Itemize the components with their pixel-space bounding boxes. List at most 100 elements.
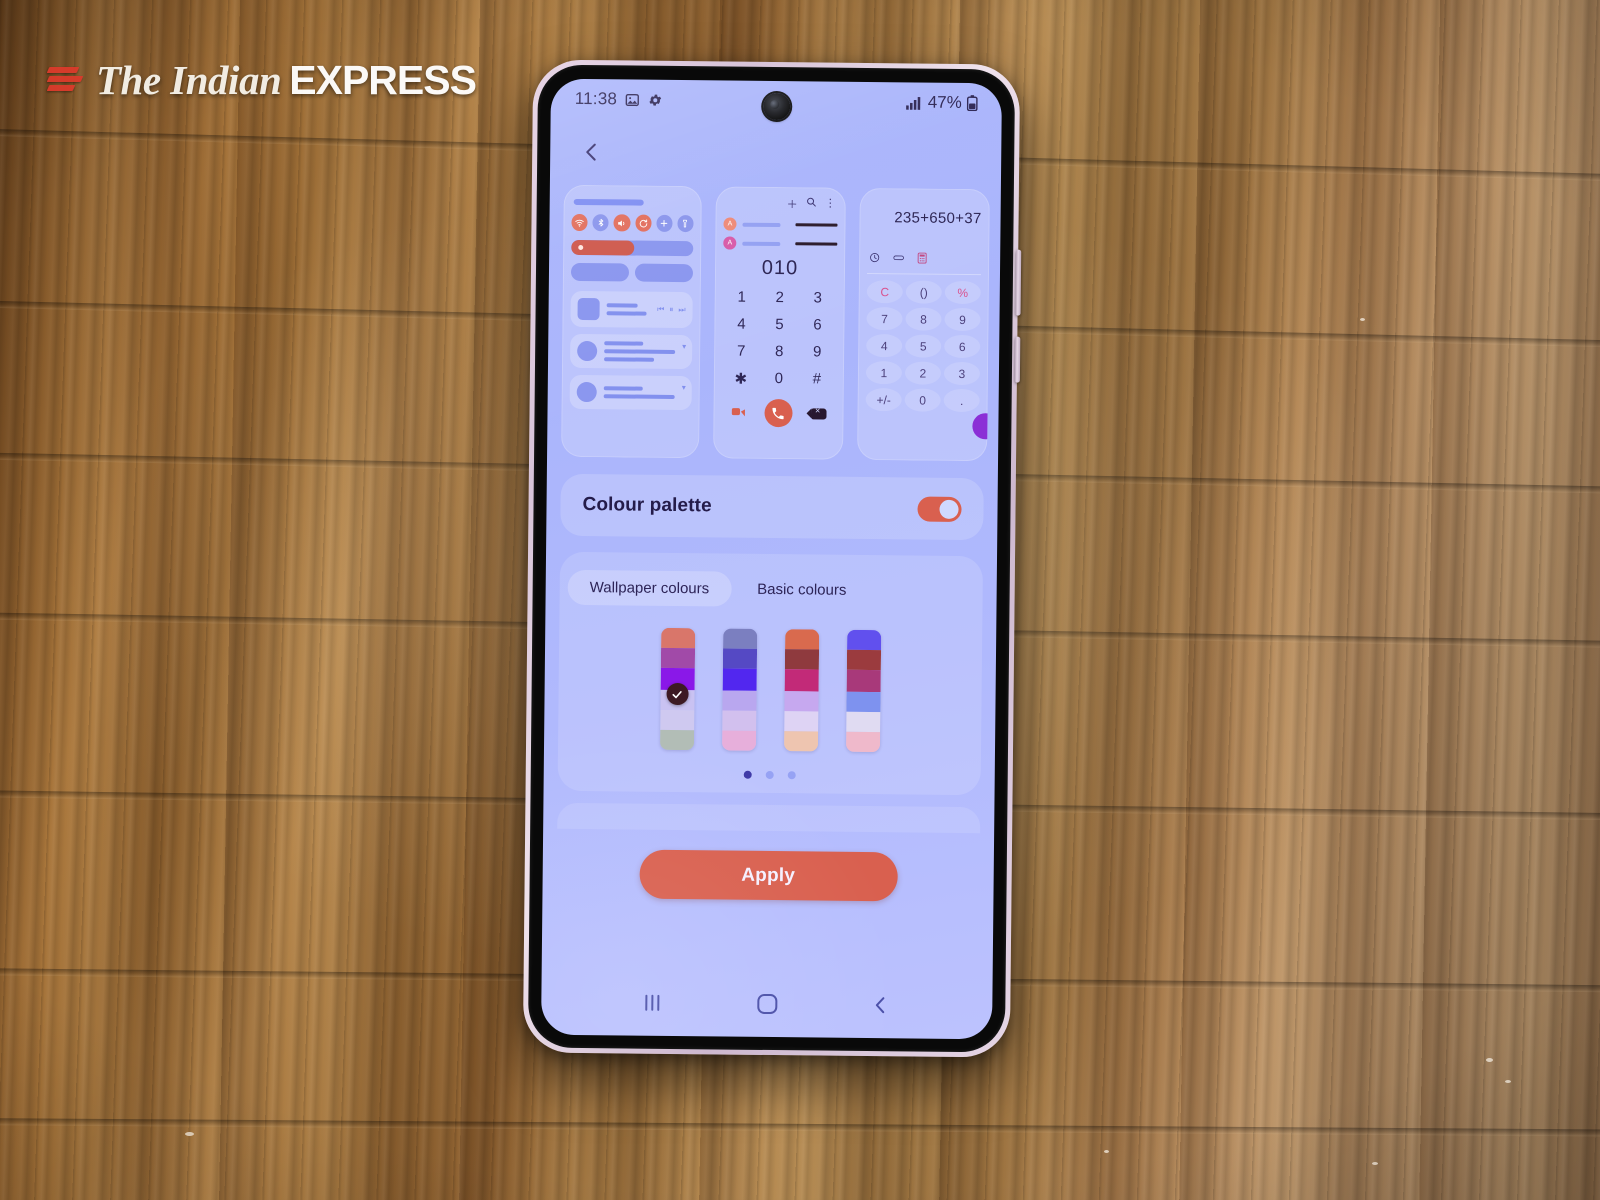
calc-key[interactable]: 9 xyxy=(944,307,981,332)
equals-button[interactable] xyxy=(972,413,990,440)
battery-icon xyxy=(966,95,978,112)
home-icon[interactable] xyxy=(755,991,781,1017)
dialpad-key[interactable]: 4 xyxy=(722,315,760,333)
chevron-left-icon[interactable] xyxy=(574,135,608,169)
battery-percentage: 47% xyxy=(927,92,962,112)
media-player-card[interactable]: ⏮ ⏸ ⏭ xyxy=(570,290,693,329)
avatar: A xyxy=(723,217,737,231)
colour-swatch-list xyxy=(558,627,982,753)
dialer-preview[interactable]: ＋ ⋮ A A 010 1 2 3 4 5 6 7 8 9 ✱ 0 # × xyxy=(713,186,846,460)
calc-key[interactable]: 1 xyxy=(865,360,903,385)
page-indicator-dots xyxy=(558,769,981,781)
palette-tabs: Wallpaper colours Basic colours xyxy=(560,569,983,609)
contact-row-2[interactable]: A xyxy=(723,236,838,250)
quick-pill-left[interactable] xyxy=(570,262,630,282)
calculator-keypad[interactable]: C () % 7 8 9 4 5 6 1 2 3 +/- 0 . xyxy=(865,279,981,413)
page-dot[interactable] xyxy=(765,770,774,780)
recents-icon[interactable] xyxy=(641,992,667,1014)
dialpad[interactable]: 1 2 3 4 5 6 7 8 9 ✱ 0 # xyxy=(722,288,837,388)
calc-key[interactable]: 2 xyxy=(904,361,942,385)
quick-pill-right[interactable] xyxy=(634,263,694,283)
gear-icon xyxy=(648,92,663,107)
dialpad-key[interactable]: 9 xyxy=(798,343,836,360)
more-vertical-icon[interactable]: ⋮ xyxy=(825,197,836,213)
indian-express-logo-icon xyxy=(44,59,86,101)
quick-toggle-row xyxy=(571,213,694,233)
search-icon[interactable] xyxy=(806,196,817,212)
call-button[interactable] xyxy=(763,398,793,428)
dialpad-key[interactable]: 3 xyxy=(799,289,837,306)
calc-key[interactable]: 4 xyxy=(866,333,903,358)
bluetooth-icon xyxy=(592,214,609,232)
calc-key[interactable]: () xyxy=(905,280,942,304)
debris-fleck xyxy=(1486,1058,1493,1062)
dialpad-key[interactable]: # xyxy=(798,370,836,388)
notification-card-2[interactable]: ▾ xyxy=(569,374,692,411)
calc-key[interactable]: +/- xyxy=(865,387,902,412)
calc-key[interactable]: C xyxy=(866,279,903,304)
next-section-card xyxy=(557,802,981,834)
history-icon[interactable] xyxy=(869,252,880,266)
contact-detail-bar xyxy=(795,242,838,246)
notification-card-1[interactable]: ▾ xyxy=(569,333,693,370)
navigation-bar xyxy=(541,979,992,1030)
calc-key[interactable]: % xyxy=(944,280,981,305)
divider xyxy=(866,272,981,276)
plus-icon xyxy=(656,214,673,232)
power-button[interactable] xyxy=(1014,336,1021,383)
dialpad-key[interactable]: 2 xyxy=(761,289,799,306)
status-time: 11:38 xyxy=(574,88,618,109)
calc-key[interactable]: 0 xyxy=(904,388,941,412)
dialpad-key[interactable]: ✱ xyxy=(722,369,760,388)
quick-action-pills xyxy=(570,262,694,283)
dialpad-key[interactable]: 0 xyxy=(760,370,798,388)
calc-key[interactable]: 6 xyxy=(944,334,981,359)
apply-button[interactable]: Apply xyxy=(638,849,898,902)
app-icon xyxy=(576,381,597,403)
page-dot[interactable] xyxy=(787,771,796,780)
tab-basic-colours[interactable]: Basic colours xyxy=(735,572,869,608)
debris-fleck xyxy=(185,1132,194,1136)
dialpad-key[interactable]: 6 xyxy=(798,316,836,333)
quick-panel-preview[interactable]: ⏮ ⏸ ⏭ ▾ ▾ xyxy=(561,184,702,459)
chevron-down-icon[interactable]: ▾ xyxy=(682,342,686,351)
dialpad-key[interactable]: 1 xyxy=(723,288,761,306)
volume-button[interactable] xyxy=(1015,249,1022,316)
next-icon[interactable]: ⏭ xyxy=(678,305,685,315)
unit-convert-icon[interactable] xyxy=(893,252,904,266)
calculator-preview[interactable]: 235+650+37 C () % 7 8 9 4 5 6 1 2 3 +/- … xyxy=(857,187,990,462)
dialpad-key[interactable]: 5 xyxy=(760,316,798,333)
backspace-icon[interactable] xyxy=(810,407,827,420)
smartphone-device: 11:38 47% ⏮ ⏸ ⏭ ▾ ▾ ＋ ⋮ A A 010 1 2 3 4 … xyxy=(522,59,1022,1058)
calc-key[interactable]: 7 xyxy=(866,306,903,331)
swatch-4[interactable] xyxy=(845,629,881,753)
swatch-1[interactable] xyxy=(659,627,695,751)
page-dot[interactable] xyxy=(743,770,752,779)
tab-wallpaper-colours[interactable]: Wallpaper colours xyxy=(567,569,732,607)
calc-key[interactable]: . xyxy=(943,388,980,413)
plus-icon[interactable]: ＋ xyxy=(787,196,798,212)
wifi-icon xyxy=(571,213,588,232)
swatch-2[interactable] xyxy=(721,628,757,751)
chevron-down-icon[interactable]: ▾ xyxy=(682,383,686,392)
calc-key[interactable]: 8 xyxy=(905,307,942,331)
top-bar xyxy=(550,119,1002,190)
calc-key[interactable]: 5 xyxy=(905,334,942,358)
brightness-slider[interactable] xyxy=(571,239,694,257)
colour-palette-row[interactable]: Colour palette xyxy=(560,473,984,541)
contact-row-1[interactable]: A xyxy=(723,217,838,231)
calc-key[interactable]: 3 xyxy=(943,361,981,386)
swatch-3[interactable] xyxy=(783,629,819,752)
plank-seam xyxy=(0,1118,1600,1137)
calculator-icon[interactable] xyxy=(917,252,927,267)
dialpad-key[interactable]: 8 xyxy=(760,343,798,360)
debris-fleck xyxy=(1505,1080,1511,1083)
pause-icon[interactable]: ⏸ xyxy=(669,305,673,315)
video-call-icon[interactable] xyxy=(731,406,745,419)
dialpad-key[interactable]: 7 xyxy=(722,342,760,360)
prev-icon[interactable]: ⏮ xyxy=(657,305,664,315)
contact-name-bar xyxy=(742,222,781,227)
sound-icon xyxy=(613,214,631,232)
colour-palette-toggle[interactable] xyxy=(917,496,962,522)
back-icon[interactable] xyxy=(868,993,892,1017)
